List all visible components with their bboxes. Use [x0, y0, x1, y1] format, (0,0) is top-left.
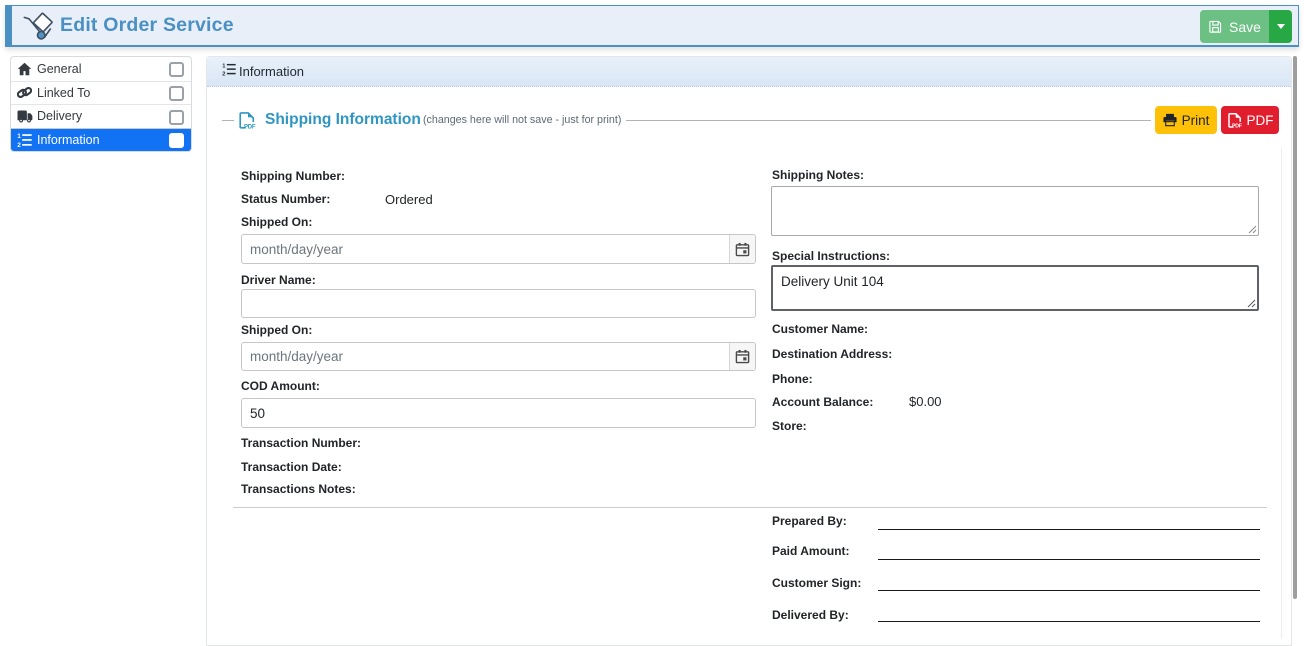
svg-text:1: 1	[222, 63, 226, 69]
svg-text:2: 2	[17, 142, 21, 147]
svg-text:2: 2	[222, 71, 225, 76]
svg-text:PDF: PDF	[244, 124, 256, 129]
svg-text:PDF: PDF	[1232, 123, 1242, 128]
svg-text:1: 1	[17, 133, 21, 140]
